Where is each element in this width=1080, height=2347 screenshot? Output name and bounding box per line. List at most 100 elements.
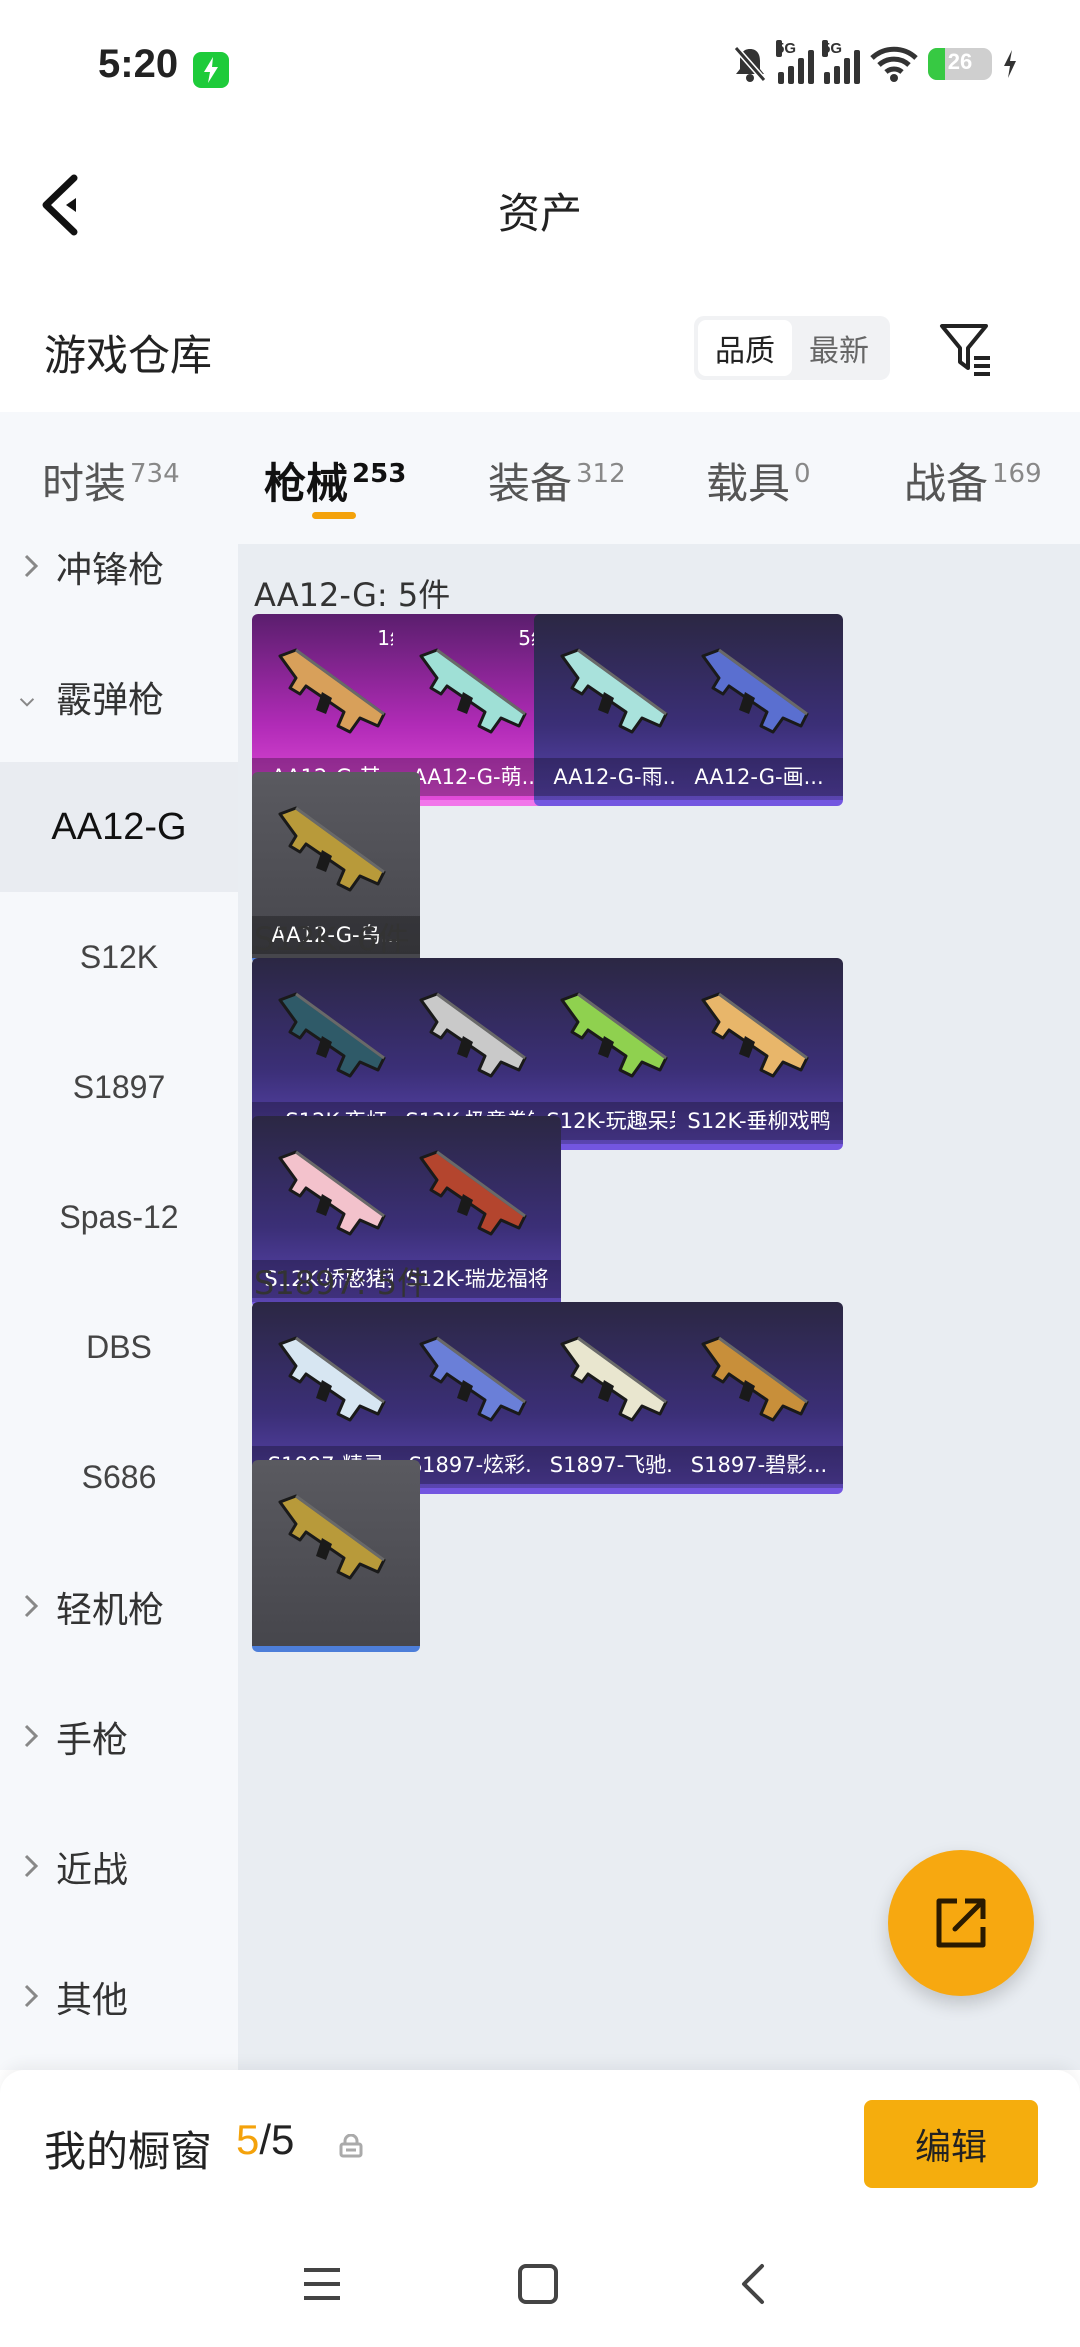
- warehouse-title: 游戏仓库: [44, 331, 213, 380]
- showcase-label: 我的橱窗: [44, 2127, 213, 2176]
- sidebar-item-s686[interactable]: S686: [0, 1412, 238, 1542]
- net-type-1: 5G: [776, 40, 797, 57]
- gun-skin-icon: [278, 1336, 386, 1422]
- system-nav-bar: [0, 2220, 1080, 2347]
- sidebar-item-label: S12K: [79, 938, 159, 975]
- filter-icon: [940, 324, 990, 376]
- chevron-right-icon: [24, 1724, 39, 1748]
- sidebar-item-s12k[interactable]: S12K: [0, 892, 238, 1022]
- menu-button[interactable]: [292, 2260, 352, 2310]
- tab-label: 时装: [42, 459, 127, 508]
- item-grid: AA12-G: 5件1级AA12-G-其...5级AA12-G-萌...AA12…: [238, 544, 1080, 2070]
- sidebar-item-s1897[interactable]: S1897: [0, 1022, 238, 1152]
- section-title: AA12-G: 5件: [254, 576, 451, 614]
- sort-toggle: 品质 最新: [694, 316, 890, 380]
- chevron-down-icon: [19, 698, 35, 707]
- gun-skin-icon: [278, 1150, 386, 1236]
- sidebar-item-spas-12[interactable]: Spas-12: [0, 1152, 238, 1282]
- chevron-right-icon: [24, 1594, 39, 1618]
- battery-level: 26: [947, 49, 973, 74]
- charging-icon: [193, 52, 229, 88]
- page-title: 资产: [497, 189, 582, 238]
- gun-skin-icon: [701, 992, 809, 1078]
- tab-equipment[interactable]: 装备 312: [488, 450, 626, 511]
- filter-button[interactable]: [938, 320, 994, 380]
- sidebar-category-melee[interactable]: 近战: [0, 1802, 238, 1932]
- skin-name: AA12-G-画...: [675, 758, 843, 796]
- gun-skin-icon: [701, 648, 809, 734]
- sidebar-item-label: 霰弹枪: [56, 680, 165, 721]
- sidebar-item-dbs[interactable]: DBS: [0, 1282, 238, 1412]
- tab-label: 战备: [904, 459, 989, 508]
- sidebar-category-smg[interactable]: 冲锋枪: [0, 502, 238, 632]
- sidebar-item-label: AA12-G: [51, 805, 187, 848]
- gun-skin-icon: [278, 648, 386, 734]
- charging-bolt-icon: [1004, 50, 1016, 78]
- gun-skin-icon: [278, 992, 386, 1078]
- tab-guns[interactable]: 枪械 253: [264, 450, 406, 511]
- sidebar-category-lmg[interactable]: 轻机枪: [0, 1542, 238, 1672]
- tab-count: 169: [992, 459, 1042, 489]
- menu-icon: [304, 2268, 340, 2300]
- sidebar-item-label: 其他: [56, 1980, 129, 2021]
- showcase-count: 5/5: [236, 2116, 294, 2164]
- warehouse-row: 游戏仓库 品质 最新: [0, 300, 1080, 400]
- gun-skin-icon: [419, 1336, 527, 1422]
- sidebar-item-label: S686: [81, 1458, 157, 1495]
- status-icons: 5G 5G 26: [732, 40, 1018, 84]
- gun-skin-icon: [419, 1150, 527, 1236]
- sidebar-item-label: 冲锋枪: [56, 550, 165, 591]
- showcase-current: 5: [236, 2116, 260, 2163]
- gun-skin-icon: [419, 992, 527, 1078]
- nav-back-icon: [742, 2264, 764, 2304]
- sidebar-item-label: 轻机枪: [56, 1590, 165, 1631]
- sort-latest[interactable]: 最新: [792, 320, 886, 376]
- wifi-icon: [870, 46, 918, 82]
- skin-name: S1897-碧影...: [675, 1446, 843, 1484]
- status-time: 5:20: [98, 42, 179, 86]
- gun-skin-icon: [560, 992, 668, 1078]
- skin-name: S12K-垂柳戏鸭: [675, 1102, 843, 1140]
- showcase-bar: 我的橱窗 5/5 编辑: [0, 2070, 1080, 2220]
- gun-skin-icon: [278, 1494, 386, 1580]
- sort-quality[interactable]: 品质: [698, 320, 792, 376]
- skin-card[interactable]: S1897-碧影...: [675, 1302, 843, 1494]
- tab-vehicles[interactable]: 载具 0: [706, 450, 811, 511]
- tab-count: 312: [576, 459, 626, 489]
- sidebar-item-aa12-g[interactable]: AA12-G: [0, 762, 238, 892]
- sidebar-item-label: Spas-12: [59, 1198, 179, 1235]
- tab-label: 枪械: [264, 459, 349, 508]
- showcase-total: /5: [259, 2116, 295, 2163]
- tab-count: 734: [130, 459, 180, 489]
- share-icon: [936, 1898, 986, 1948]
- tab-supplies[interactable]: 战备 169: [904, 450, 1042, 511]
- status-bar: 5:20 5G 5G 26: [0, 0, 1080, 130]
- sidebar-category-shotgun[interactable]: 霰弹枪: [0, 632, 238, 762]
- signal-icon: 5G: [776, 40, 814, 84]
- tab-label: 载具: [706, 459, 791, 508]
- skin-card[interactable]: S12K-垂柳戏鸭: [675, 958, 843, 1150]
- sidebar-item-label: DBS: [86, 1328, 152, 1365]
- home-button[interactable]: [508, 2260, 568, 2310]
- skin-card[interactable]: AA12-G-画...: [675, 614, 843, 806]
- chevron-right-icon: [24, 1854, 39, 1878]
- active-tab-indicator: [312, 512, 356, 519]
- chevron-right-icon: [24, 554, 39, 578]
- gun-skin-icon: [560, 648, 668, 734]
- header: 资产: [0, 140, 1080, 270]
- sidebar-category-pistol[interactable]: 手枪: [0, 1672, 238, 1802]
- skin-card[interactable]: [252, 1460, 420, 1652]
- lock-icon: [339, 2134, 363, 2158]
- edit-button[interactable]: 编辑: [864, 2100, 1038, 2188]
- section-title: S1897: 5件: [254, 1264, 430, 1302]
- section-title: S12K: 6件: [254, 920, 410, 958]
- chevron-right-icon: [24, 1984, 39, 2008]
- gun-skin-icon: [701, 1336, 809, 1422]
- sidebar-category-other[interactable]: 其他: [0, 1932, 238, 2062]
- sidebar-item-label: 手枪: [56, 1720, 129, 1761]
- net-type-2: 5G: [822, 40, 843, 57]
- tab-count: 253: [352, 459, 407, 489]
- share-button[interactable]: [888, 1850, 1034, 1996]
- nav-back-button[interactable]: [724, 2260, 784, 2310]
- tab-count: 0: [794, 459, 811, 489]
